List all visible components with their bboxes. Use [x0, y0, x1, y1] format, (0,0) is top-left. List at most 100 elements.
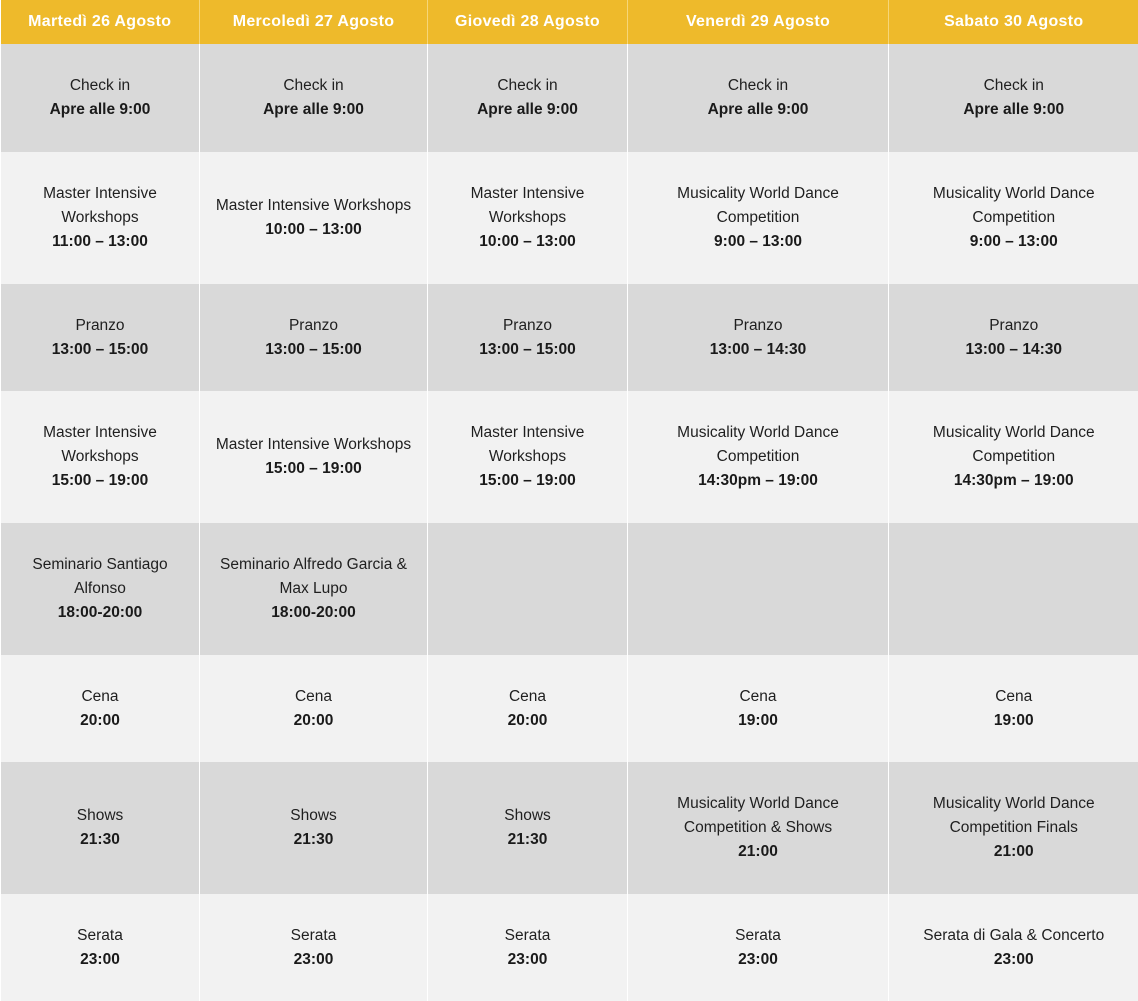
event-time: 9:00 – 13:00 — [714, 233, 802, 250]
day-header-sabato: Sabato 30 Agosto — [888, 0, 1138, 44]
event-title: Pranzo — [733, 316, 783, 334]
schedule-row-pranzo: Pranzo 13:00 – 15:00 Pranzo 13:00 – 15:00 … — [0, 284, 1138, 391]
schedule-row-afternoon: Master Intensive Workshops 15:00 – 19:00 … — [0, 391, 1138, 523]
event-title: Serata — [504, 926, 551, 944]
schedule-cell: Musicality World Dance Competition 9:00 –… — [627, 152, 889, 284]
event-title: Cena — [739, 687, 777, 705]
schedule-row-serata: Serata 23:00 Serata 23:00 Serata 23:00 Sera… — [0, 894, 1138, 1001]
day-header-venerdi: Venerdì 29 Agosto — [627, 0, 889, 44]
schedule-row-seminari: Seminario Santiago Alfonso 18:00-20:00 Se… — [0, 523, 1138, 655]
schedule-cell: Serata 23:00 — [199, 894, 428, 1001]
day-header-martedi: Martedì 26 Agosto — [0, 0, 200, 44]
event-time: 13:00 – 15:00 — [51, 340, 149, 358]
schedule-cell: Master Intensive Workshops 15:00 – 19:00 — [0, 391, 200, 523]
schedule-cell-empty — [427, 523, 628, 655]
schedule-cell: Cena 19:00 — [888, 655, 1138, 762]
event-title: Cena — [995, 687, 1033, 705]
schedule-cell: Serata 23:00 — [0, 894, 200, 1001]
event-title: Seminario Alfredo Garcia & Max Lupo — [220, 556, 407, 597]
schedule-cell: Musicality World Dance Competition 14:30p… — [888, 391, 1138, 523]
event-time: 23:00 — [507, 950, 548, 968]
event-time: Apre alle 9:00 — [49, 101, 151, 118]
event-title: Cena — [294, 687, 333, 705]
schedule-cell: Serata 23:00 — [627, 894, 889, 1001]
event-title: Serata — [290, 926, 337, 944]
event-time: 19:00 — [993, 711, 1034, 729]
event-time: 18:00-20:00 — [271, 604, 356, 621]
event-time: Apre alle 9:00 — [477, 101, 578, 118]
event-time: 10:00 – 13:00 — [479, 233, 576, 250]
schedule-cell: Serata 23:00 — [427, 894, 628, 1001]
day-header-mercoledi: Mercoledì 27 Agosto — [199, 0, 428, 44]
event-time: 11:00 – 13:00 — [52, 233, 148, 250]
event-title: Shows — [504, 807, 551, 824]
event-time: 15:00 – 19:00 — [479, 472, 576, 489]
event-time: 23:00 — [738, 950, 778, 968]
event-title: Pranzo — [288, 316, 339, 334]
event-title: Serata di Gala & Concerto — [923, 926, 1105, 944]
event-time: Apre alle 9:00 — [263, 101, 364, 118]
event-title: Shows — [76, 807, 124, 824]
schedule-cell: Cena 19:00 — [627, 655, 889, 762]
event-title: Master Intensive Workshops — [215, 436, 412, 453]
event-time: 23:00 — [80, 950, 120, 968]
event-title: Check in — [497, 77, 558, 94]
day-header-giovedi: Giovedì 28 Agosto — [427, 0, 628, 44]
event-title: Pranzo — [989, 316, 1039, 334]
event-title: Musicality World Dance Competition Final… — [932, 795, 1095, 836]
schedule-row-shows: Shows 21:30 Shows 21:30 Shows 21:30 Musical… — [0, 762, 1138, 894]
event-time: 14:30pm – 19:00 — [953, 472, 1074, 489]
event-title: Master Intensive Workshops — [470, 185, 585, 226]
schedule-cell: Musicality World Dance Competition Final… — [888, 762, 1138, 894]
event-time: 13:00 – 15:00 — [479, 340, 576, 358]
event-time: 23:00 — [293, 950, 334, 968]
schedule-cell: Cena 20:00 — [199, 655, 428, 762]
schedule-cell: Pranzo 13:00 – 14:30 — [888, 284, 1138, 391]
event-time: 23:00 — [993, 950, 1034, 968]
event-time: 21:30 — [293, 831, 334, 848]
schedule-cell: Master Intensive Workshops 15:00 – 19:00 — [199, 391, 428, 523]
schedule-cell: Master Intensive Workshops 11:00 – 13:00 — [0, 152, 200, 284]
schedule-cell: Seminario Alfredo Garcia & Max Lupo 18:00… — [199, 523, 428, 655]
schedule-cell-empty — [888, 523, 1138, 655]
event-time: 21:00 — [993, 843, 1034, 860]
schedule-cell: Cena 20:00 — [0, 655, 200, 762]
schedule-cell: Pranzo 13:00 – 15:00 — [427, 284, 628, 391]
event-time: 13:00 – 14:30 — [965, 340, 1063, 358]
event-title: Master Intensive Workshops — [470, 424, 585, 465]
schedule-cell: Musicality World Dance Competition & Sho… — [627, 762, 889, 894]
event-title: Musicality World Dance Competition & Sho… — [677, 795, 839, 836]
schedule-row-checkin: Check in Apre alle 9:00 Check in Apre alle… — [0, 44, 1138, 152]
schedule-cell: Shows 21:30 — [427, 762, 628, 894]
schedule-cell: Check in Apre alle 9:00 — [199, 44, 428, 152]
event-title: Check in — [983, 77, 1044, 94]
schedule-row-morning: Master Intensive Workshops 11:00 – 13:00 … — [0, 152, 1138, 284]
schedule-row-cena: Cena 20:00 Cena 20:00 Cena 20:00 Cena 19:00 … — [0, 655, 1138, 762]
event-title: Master Intensive Workshops — [215, 197, 412, 214]
schedule-cell: Check in Apre alle 9:00 — [627, 44, 889, 152]
schedule-cell: Cena 20:00 — [427, 655, 628, 762]
event-time: 21:30 — [507, 831, 548, 848]
event-time: Apre alle 9:00 — [963, 101, 1065, 118]
event-time: 19:00 — [738, 711, 778, 729]
event-time: 20:00 — [293, 711, 334, 729]
event-time: 14:30pm – 19:00 — [698, 472, 818, 489]
schedule-cell: Musicality World Dance Competition 9:00 –… — [888, 152, 1138, 284]
event-time: 10:00 – 13:00 — [265, 221, 362, 238]
schedule-cell-empty — [627, 523, 889, 655]
schedule-cell: Pranzo 13:00 – 14:30 — [627, 284, 889, 391]
event-time: 9:00 – 13:00 — [969, 233, 1058, 250]
event-time: 13:00 – 14:30 — [709, 340, 807, 358]
event-time: 20:00 — [80, 711, 120, 729]
event-title: Shows — [290, 807, 337, 824]
schedule-cell: Master Intensive Workshops 10:00 – 13:00 — [427, 152, 628, 284]
event-time: 21:00 — [738, 843, 778, 860]
event-time: 13:00 – 15:00 — [265, 340, 362, 358]
event-title: Cena — [81, 687, 119, 705]
event-title: Serata — [77, 926, 123, 944]
event-title: Pranzo — [502, 316, 553, 334]
event-title: Seminario Santiago Alfonso — [32, 556, 168, 597]
schedule-cell: Pranzo 13:00 – 15:00 — [199, 284, 428, 391]
event-title: Cena — [508, 687, 547, 705]
event-title: Check in — [283, 77, 344, 94]
